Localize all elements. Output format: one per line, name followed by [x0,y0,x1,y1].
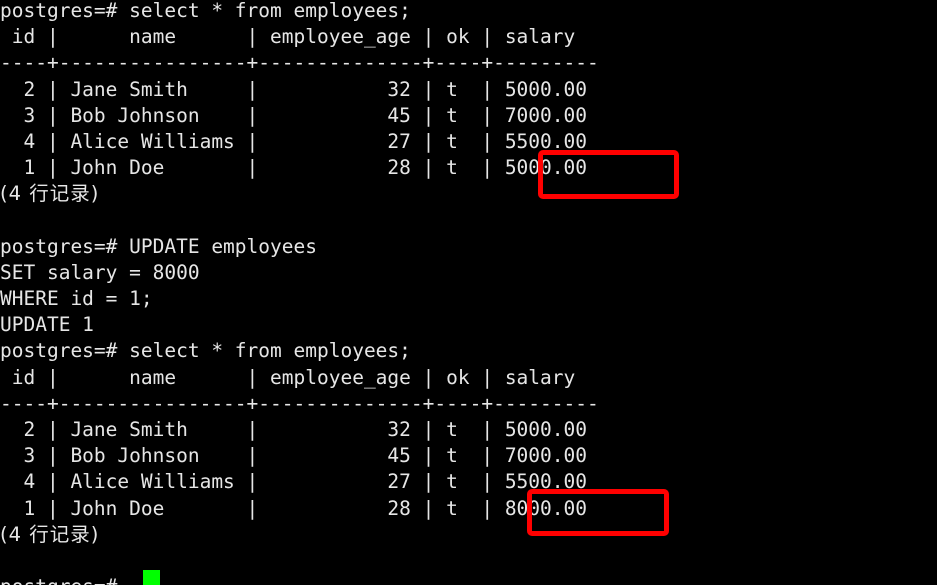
table1-header-row: id | name | employee_age | ok | salary [0,25,576,49]
table1-rowcount: (4 行记录) [0,182,100,206]
terminal-output: postgres=# select * from employees; id |… [0,0,937,585]
command-update-line-1: postgres=# UPDATE employees [0,234,317,258]
table2-row-2: 3 | Bob Johnson | 45 | t | 7000.00 [0,444,587,468]
table1-row-4: 1 | John Doe | 28 | t | 5000.00 [0,156,587,180]
table1-row-1: 2 | Jane Smith | 32 | t | 5000.00 [0,77,587,101]
table2-row-3: 4 | Alice Williams | 27 | t | 5500.00 [0,470,587,494]
terminal-window[interactable]: postgres=# select * from employees; id |… [0,0,937,585]
table2-row-4: 1 | John Doe | 28 | t | 8000.00 [0,496,587,520]
command-update-line-3: WHERE id = 1; [0,287,153,311]
table2-rowcount: (4 行记录) [0,522,100,546]
prompt-final: postgres=# [0,574,937,585]
update-result: UPDATE 1 [0,313,94,337]
command-select-first: postgres=# select * from employees; [0,0,411,22]
table1-row-2: 3 | Bob Johnson | 45 | t | 7000.00 [0,103,587,127]
command-update-line-2: SET salary = 8000 [0,260,200,284]
table1-row-3: 4 | Alice Williams | 27 | t | 5500.00 [0,129,587,153]
table2-row-1: 2 | Jane Smith | 32 | t | 5000.00 [0,418,587,441]
table2-header-row: id | name | employee_age | ok | salary [0,365,576,389]
command-select-second: postgres=# select * from employees; [0,339,411,363]
table2-separator-row: ----+----------------+--------------+---… [0,391,599,415]
table1-separator-row: ----+----------------+--------------+---… [0,51,599,75]
terminal-cursor [143,570,160,585]
